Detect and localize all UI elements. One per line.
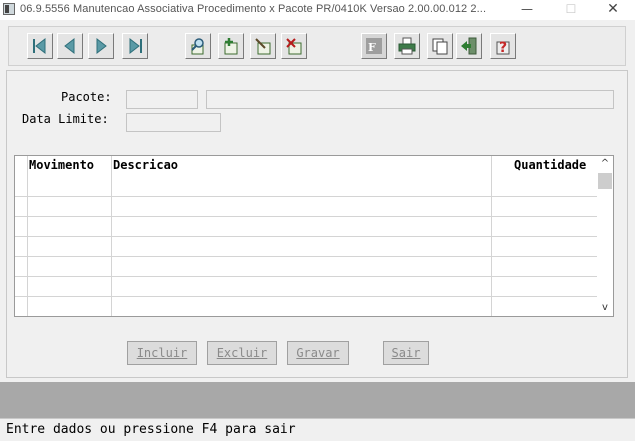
excluir-button[interactable]: Excluir [207, 341, 277, 365]
pacote-description-field[interactable] [206, 90, 614, 109]
close-button[interactable]: ✕ [598, 0, 628, 20]
exit-button[interactable] [456, 33, 482, 59]
svg-text:F: F [368, 41, 376, 54]
items-grid[interactable]: Movimento Descricao Quantidade ^ v [14, 155, 614, 317]
bottom-band [0, 382, 635, 418]
pacote-label: Pacote: [61, 90, 112, 104]
copy-button[interactable] [427, 33, 453, 59]
help-icon: ? [496, 40, 510, 55]
last-record-icon [129, 37, 142, 55]
filter-icon: F [366, 38, 382, 54]
edit-record-icon [255, 38, 271, 55]
next-record-button[interactable] [88, 33, 114, 59]
column-header-movimento[interactable]: Movimento [29, 158, 94, 172]
print-icon [398, 37, 416, 55]
copy-icon [432, 38, 448, 55]
gravar-button[interactable]: Gravar [287, 341, 349, 365]
window-title: 06.9.5556 Manutencao Associativa Procedi… [20, 3, 487, 15]
table-row[interactable] [15, 296, 597, 297]
incluir-button[interactable]: Incluir [127, 341, 197, 365]
first-record-icon [33, 37, 46, 55]
scroll-down-arrow-icon[interactable]: v [597, 300, 613, 316]
scrollbar-thumb[interactable] [598, 173, 612, 189]
table-row[interactable] [15, 216, 597, 217]
previous-record-icon [64, 37, 75, 55]
table-row[interactable] [15, 236, 597, 237]
column-header-descricao[interactable]: Descricao [113, 158, 178, 172]
data-limite-label: Data Limite: [22, 112, 109, 126]
first-record-button[interactable] [27, 33, 53, 59]
svg-text:?: ? [499, 40, 507, 55]
sair-button[interactable]: Sair [383, 341, 429, 365]
print-button[interactable] [394, 33, 420, 59]
data-limite-field[interactable] [126, 113, 221, 132]
help-button[interactable]: ? [490, 33, 516, 59]
status-bar: Entre dados ou pressione F4 para sair [0, 418, 635, 441]
exit-icon [461, 37, 477, 55]
grid-vertical-scrollbar[interactable]: ^ v [597, 156, 613, 316]
app-icon [3, 3, 15, 15]
add-record-button[interactable] [218, 33, 244, 59]
delete-record-button[interactable] [281, 33, 307, 59]
status-message: Entre dados ou pressione F4 para sair [6, 422, 296, 437]
search-button[interactable] [185, 33, 211, 59]
table-row[interactable] [15, 256, 597, 257]
pacote-code-field[interactable] [126, 90, 198, 109]
minimize-button[interactable]: — [512, 0, 542, 20]
previous-record-button[interactable] [57, 33, 83, 59]
delete-record-icon [286, 38, 302, 55]
scroll-up-arrow-icon[interactable]: ^ [597, 156, 613, 172]
table-row[interactable] [15, 196, 597, 197]
next-record-icon [96, 37, 107, 55]
toolbar: F ? [8, 26, 626, 66]
table-row[interactable] [15, 276, 597, 277]
edit-record-button[interactable] [250, 33, 276, 59]
add-record-icon [224, 38, 238, 55]
search-icon [191, 38, 204, 55]
column-header-quantidade[interactable]: Quantidade [514, 158, 586, 172]
title-bar: 06.9.5556 Manutencao Associativa Procedi… [0, 0, 635, 20]
filter-button[interactable]: F [361, 33, 387, 59]
last-record-button[interactable] [122, 33, 148, 59]
maximize-button: ☐ [565, 2, 577, 16]
